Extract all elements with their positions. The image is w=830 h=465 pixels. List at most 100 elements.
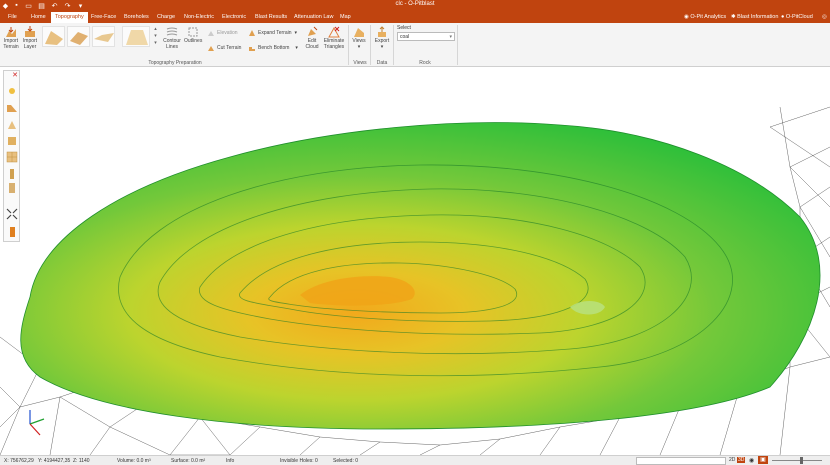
status-bar: X: 756762,29 Y: 4194427,35 Z: 1140 Volum… [0,455,830,465]
select-label: Select [397,25,411,31]
tab-charge[interactable]: Charge [155,12,177,23]
selected-readout: Selected: 0 [333,458,359,464]
views-button[interactable]: Views ▾ [351,26,367,50]
bench-icon[interactable] [6,135,18,147]
chevron-down-icon: ▾ [380,43,384,50]
status-input[interactable] [636,457,726,465]
layers-toggle-icon[interactable]: ▣ [758,456,768,464]
tab-home[interactable]: Home [29,12,48,23]
tab-attenuation-law[interactable]: Attenuation Law [292,12,335,23]
rock-select[interactable]: coal ▾ [397,32,455,41]
surface-readout: Surface: 0.0 m² [171,458,206,464]
contour-lines-icon [166,27,178,36]
ribbon-separator [348,25,349,65]
export-icon [378,26,386,37]
axis-gizmo [29,410,45,436]
analytics-link[interactable]: ◉ O-Pit Analytics [684,12,726,23]
coord-x: X: 756762,29 [4,458,34,464]
ruler-icon[interactable] [6,182,18,194]
zoom-slider-handle[interactable] [800,457,803,464]
rock-select-value: coal [400,34,410,40]
chevron-down-icon: ▾ [357,43,361,50]
measure-icon[interactable] [6,168,18,180]
sun-icon[interactable] [6,85,18,97]
coord-y: Y: 4194427,35 [38,458,71,464]
eliminate-triangles-button[interactable]: Eliminate Triangles [323,26,345,50]
expand-terrain-icon [249,30,255,36]
chevron-down-icon: ▾ [449,34,452,40]
cut-terrain-button[interactable]: Cut Terrain [207,44,241,52]
user-icon: ● [781,14,785,20]
terrain-style-icon [94,33,114,42]
terrain-style-1[interactable] [42,26,65,47]
coord-z: Z: 1140 [73,458,90,464]
group-label-data: Data [376,60,388,66]
volume-readout: Volume: 0.0 m³ [117,458,151,464]
terrain-style-2[interactable] [67,26,90,47]
contour-lines-button[interactable]: Contour Lines [162,26,182,50]
analytics-icon: ◉ [684,14,689,20]
edit-cloud-icon [308,26,318,36]
view-3d-button[interactable]: 3D [737,457,746,463]
import-layer-button[interactable]: Import Layer [21,26,39,50]
outlines-button[interactable]: Outlines [184,26,202,45]
bench-bottom-icon [249,47,255,51]
elevation-icon [208,31,214,36]
outlines-icon [188,27,198,37]
terrain-style-icon [126,30,148,45]
chevron-down-icon: ▾ [295,45,298,51]
bench-bottom-button[interactable]: Bench Bottom ▾ [248,44,298,52]
window-title: clc - O-Pitblast [395,1,435,7]
tab-electronic[interactable]: Electronic [220,12,248,23]
section-icon[interactable] [6,226,18,238]
group-label-rock: Rock [419,60,431,66]
tab-non-electric[interactable]: Non-Electric [182,12,216,23]
tab-free-face[interactable]: Free-Face [89,12,118,23]
terrain-style-icon [45,31,63,45]
group-label-topography-preparation: Topography Preparation [148,60,202,66]
elevation-button[interactable]: Elevation [207,29,238,37]
grid-icon[interactable] [6,151,18,163]
tab-boreholes[interactable]: Boreholes [122,12,151,23]
o-pitcloud-link[interactable]: ● O-PitCloud [781,12,813,23]
ribbon-separator [393,25,394,65]
import-terrain-icon [6,27,16,37]
terrain-surface [20,122,821,430]
layer-icon[interactable] [6,102,18,114]
eye-icon[interactable]: ◉ [749,457,754,464]
tab-topography[interactable]: Topography [51,12,88,23]
3d-viewport[interactable] [0,67,830,455]
tab-file[interactable]: File [6,12,19,23]
terrain-render [0,106,830,455]
tab-map[interactable]: Map [338,12,353,23]
tab-blast-results[interactable]: Blast Results [253,12,289,23]
ribbon: Import Terrain Import Layer ▴ ▾ ▾ Contour … [0,23,830,67]
blast-information-link[interactable]: ✱ Blast Information [731,12,778,23]
view-2d-button[interactable]: 2D [728,457,736,463]
menu-bar: File Home Topography Free-Face Boreholes… [0,11,830,23]
zoom-slider[interactable] [772,460,822,461]
export-button[interactable]: Export ▾ [373,26,391,50]
import-layer-icon [25,26,35,37]
pan-icon[interactable] [6,119,18,131]
left-toolbar: ✕ [3,70,20,242]
info-readout: Info [226,458,235,464]
close-icon[interactable]: ✕ [12,71,18,79]
import-terrain-button[interactable]: Import Terrain [2,26,20,50]
expand-terrain-button[interactable]: Expand Terrain ▾ [248,29,297,37]
views-icon [354,28,364,37]
zoom-extents-icon[interactable] [6,208,18,220]
help-icon[interactable]: ◎ [822,12,827,23]
terrain-style-4[interactable] [122,26,150,47]
terrain-style-3[interactable] [92,26,115,47]
title-bar: ◆ ▪ ▭ ▤ ↶ ↷ ▾ clc - O-Pitblast [0,0,830,11]
chevron-down-icon: ▾ [294,30,298,36]
invisible-holes-readout: Invisible Holes: 0 [280,458,318,464]
gallery-scroll[interactable]: ▴ ▾ ▾ [152,26,159,47]
ribbon-separator [370,25,371,65]
eliminate-triangles-icon [328,26,340,38]
terrain-style-icon [70,32,88,45]
edit-cloud-button[interactable]: Edit Cloud [303,26,321,50]
gear-icon: ✱ [731,14,736,20]
group-label-views: Views [353,60,367,66]
